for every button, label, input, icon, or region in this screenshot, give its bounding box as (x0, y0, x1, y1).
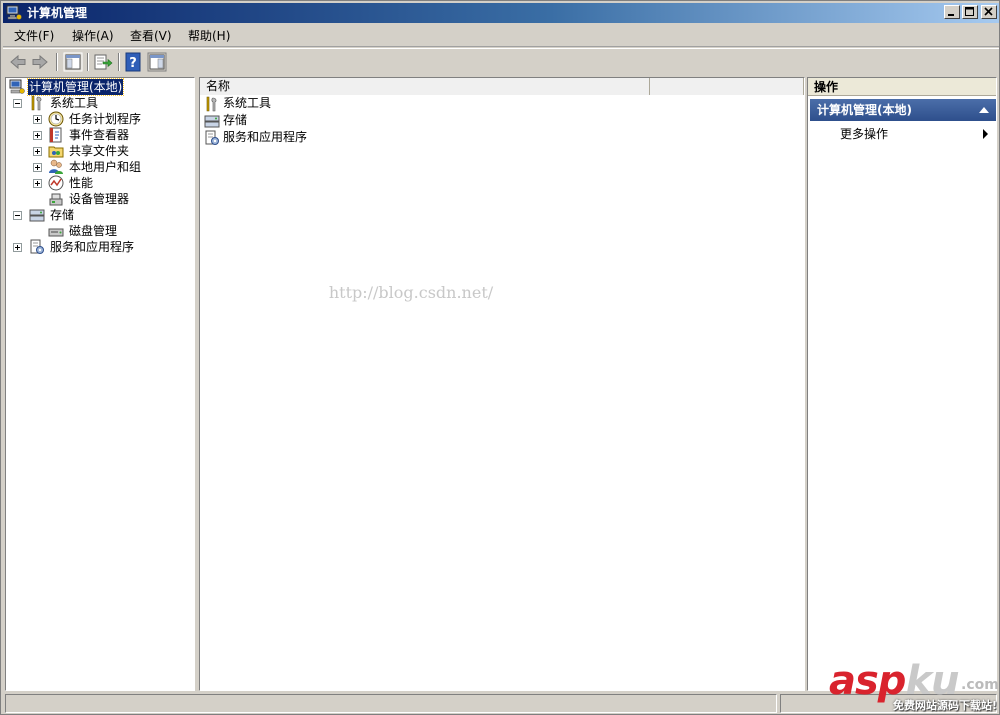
tree-item-performance[interactable]: 性能 (6, 175, 186, 191)
services-icon (30, 239, 44, 254)
menu-bar: 文件(F) 操作(A) 查看(V) 帮助(H) (3, 25, 999, 47)
tree-label-task-scheduler: 任务计划程序 (69, 112, 142, 126)
status-cell-main (5, 694, 777, 713)
clock-icon (48, 111, 64, 127)
column-header-bar: 名称 (200, 78, 804, 95)
action-section-header[interactable]: 计算机管理(本地) (810, 99, 996, 121)
more-actions-item[interactable]: 更多操作 (840, 126, 888, 142)
tools-icon (206, 96, 217, 112)
logo-subtitle: 免费网站源码下载站! (893, 699, 998, 712)
tree-label-storage: 存储 (50, 208, 75, 222)
disk-management-icon (48, 228, 64, 237)
expand-toggle[interactable] (33, 163, 42, 172)
submenu-arrow-icon[interactable] (983, 129, 988, 139)
expand-toggle[interactable] (33, 147, 42, 156)
tree-item-system-tools[interactable]: 系统工具 (6, 95, 186, 111)
computer-management-icon (6, 5, 22, 20)
tree-label-shared-folders: 共享文件夹 (69, 144, 130, 158)
performance-icon (48, 175, 64, 191)
event-viewer-icon (49, 127, 62, 143)
toolbar-separator (118, 53, 120, 71)
help-icon[interactable]: ? (124, 52, 144, 72)
tree-item-disk-management[interactable]: 磁盘管理 (6, 223, 186, 239)
list-item-label: 存储 (223, 113, 248, 127)
tree-item-device-manager[interactable]: 设备管理器 (6, 191, 186, 207)
expand-toggle[interactable] (33, 115, 42, 124)
storage-icon (204, 115, 220, 128)
back-arrow-icon[interactable] (8, 52, 28, 72)
maximize-button[interactable] (962, 5, 978, 19)
close-icon (984, 7, 993, 16)
shared-folder-icon (48, 146, 64, 158)
show-hide-action-pane-icon[interactable] (147, 52, 167, 72)
tree-item-task-scheduler[interactable]: 任务计划程序 (6, 111, 186, 127)
action-section-label: 计算机管理(本地) (817, 103, 912, 117)
list-item-label: 服务和应用程序 (223, 130, 308, 144)
title-bar[interactable]: 计算机管理 (3, 3, 999, 23)
minimize-button[interactable] (944, 5, 960, 19)
expand-toggle[interactable] (33, 131, 42, 140)
action-pane[interactable]: 操作 计算机管理(本地) 更多操作 (807, 77, 997, 691)
services-icon (205, 130, 219, 145)
tree-item-services-apps[interactable]: 服务和应用程序 (6, 239, 186, 255)
collapse-toggle[interactable] (13, 211, 22, 220)
menu-view[interactable]: 查看(V) (130, 29, 172, 43)
tree-label-system-tools: 系统工具 (50, 96, 99, 110)
minimize-icon (948, 14, 954, 16)
aspku-logo: aspku .com 免费网站源码下载站! (829, 659, 999, 715)
export-list-icon[interactable] (93, 52, 113, 72)
tools-icon (31, 95, 42, 111)
tree-item-storage[interactable]: 存储 (6, 207, 186, 223)
logo-com-text: .com (961, 677, 999, 693)
list-item-label: 系统工具 (223, 96, 272, 110)
tree-item-local-users[interactable]: 本地用户和组 (6, 159, 186, 175)
watermark-text: http://blog.csdn.net/ (328, 283, 494, 302)
expand-toggle[interactable] (33, 179, 42, 188)
expand-toggle[interactable] (13, 243, 22, 252)
column-header-empty[interactable] (650, 78, 804, 95)
tree-label-local-users: 本地用户和组 (69, 160, 142, 174)
toolbar: ? (3, 48, 999, 74)
storage-icon (29, 209, 45, 222)
tree-label-performance: 性能 (69, 176, 94, 190)
list-item[interactable]: 服务和应用程序 (204, 129, 504, 146)
action-pane-title: 操作 (808, 78, 996, 96)
column-header-name[interactable]: 名称 (200, 78, 650, 95)
tree-label-device-manager: 设备管理器 (69, 192, 130, 206)
menu-help[interactable]: 帮助(H) (188, 29, 230, 43)
list-item[interactable]: 系统工具 (204, 95, 504, 112)
collapse-toggle[interactable] (13, 99, 22, 108)
toolbar-separator (56, 53, 58, 71)
forward-arrow-icon[interactable] (30, 52, 50, 72)
tree-item-event-viewer[interactable]: 事件查看器 (6, 127, 186, 143)
collapse-up-icon[interactable] (979, 107, 989, 113)
result-list-pane[interactable]: 名称 系统工具 存储 服务和应用程序 (199, 77, 805, 691)
menu-file[interactable]: 文件(F) (14, 29, 54, 43)
svg-text:?: ? (129, 56, 137, 71)
close-button[interactable] (981, 5, 997, 19)
computer-management-window: 计算机管理 文件(F) 操作(A) 查看(V) 帮助(H) ? 计算机管理(本地… (0, 0, 1000, 715)
tree-label-root: 计算机管理(本地) (26, 78, 125, 96)
tree-label-disk-management: 磁盘管理 (69, 224, 118, 238)
tree-label-event-viewer: 事件查看器 (69, 128, 130, 142)
tree-label-services-apps: 服务和应用程序 (50, 240, 135, 254)
device-manager-icon (49, 193, 63, 206)
list-item[interactable]: 存储 (204, 112, 504, 129)
show-hide-tree-icon[interactable] (63, 52, 83, 72)
maximize-icon (965, 7, 974, 16)
menu-action[interactable]: 操作(A) (72, 29, 114, 43)
tree-item-root[interactable]: 计算机管理(本地) (8, 78, 188, 96)
toolbar-separator (87, 53, 89, 71)
window-title: 计算机管理 (27, 6, 88, 20)
console-tree-pane[interactable]: 计算机管理(本地) 系统工具 任务计划程序 事件查看器 共享文件夹 本地用户和组… (5, 77, 195, 691)
computer-management-icon (9, 79, 25, 94)
tree-item-shared-folders[interactable]: 共享文件夹 (6, 143, 186, 159)
users-icon (49, 159, 63, 174)
